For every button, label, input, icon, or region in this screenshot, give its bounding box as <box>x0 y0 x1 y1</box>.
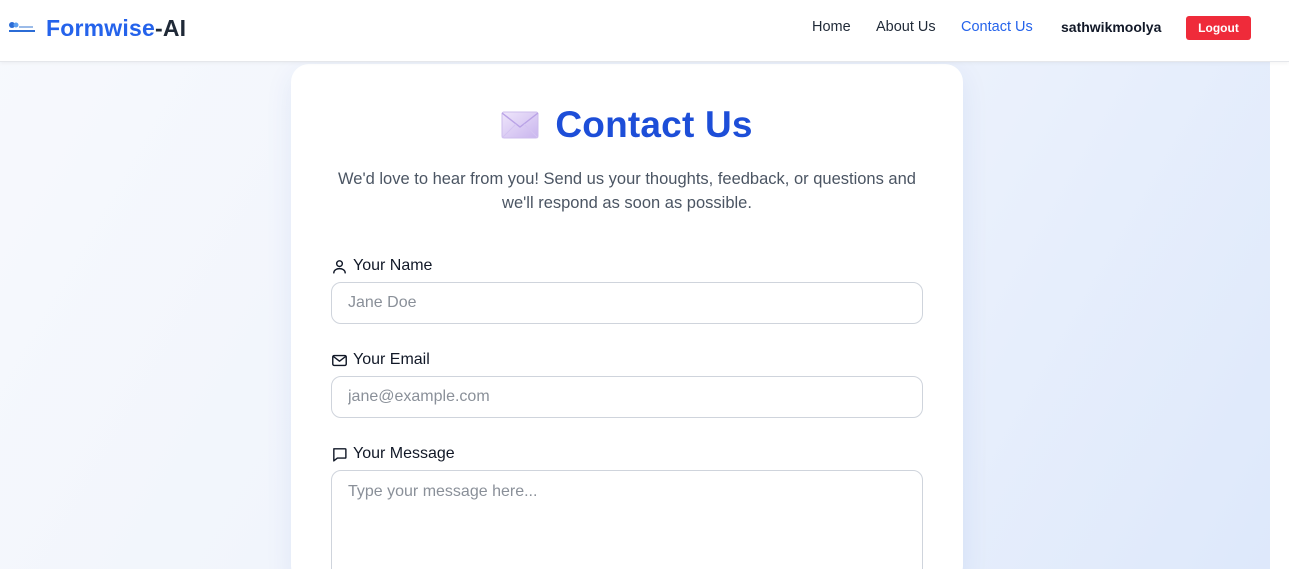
nav-link-home[interactable]: Home <box>812 19 851 35</box>
nav-link-about[interactable]: About Us <box>876 19 936 35</box>
nav-link-contact[interactable]: Contact Us <box>961 19 1033 35</box>
mail-icon <box>332 354 347 366</box>
logout-button[interactable]: Logout <box>1186 16 1251 40</box>
envelope-icon <box>501 111 539 139</box>
message-label: Your Message <box>331 445 455 463</box>
email-input[interactable] <box>331 376 923 418</box>
message-textarea[interactable] <box>331 470 923 569</box>
top-navbar: Formwise-AI Home About Us Contact Us sat… <box>0 0 1289 62</box>
email-label: Your Email <box>331 351 430 369</box>
name-label-text: Your Name <box>353 257 433 274</box>
page-edge <box>1270 62 1289 569</box>
message-icon <box>333 447 347 462</box>
contact-card: Contact Us We'd love to hear from you! S… <box>291 64 963 569</box>
nav-links: Home About Us Contact Us sathwikmoolya L… <box>0 16 1289 40</box>
email-label-text: Your Email <box>353 351 430 368</box>
name-label: Your Name <box>331 257 432 275</box>
page-subtitle: We'd love to hear from you! Send us your… <box>338 170 916 212</box>
message-label-text: Your Message <box>353 445 455 462</box>
name-input[interactable] <box>331 282 923 324</box>
nav-username: sathwikmoolya <box>1061 19 1162 35</box>
contact-title-row: Contact Us <box>291 100 963 150</box>
page-title: Contact Us <box>555 104 753 145</box>
user-icon <box>333 259 346 274</box>
